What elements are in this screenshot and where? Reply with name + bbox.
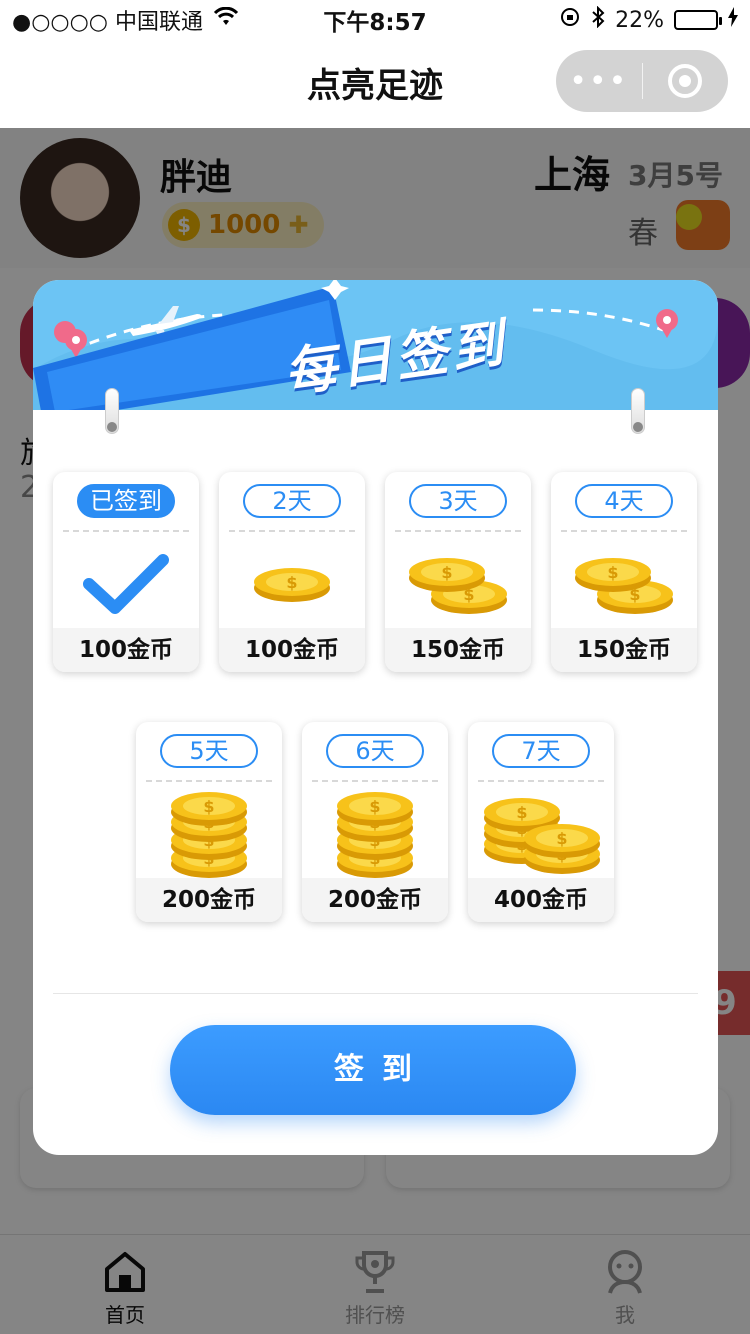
svg-text:$: $ [203,797,214,816]
day-reward-icon: $ $ [385,538,531,628]
day-reward-icon: $$$$ [136,788,282,878]
battery-icon [674,10,722,30]
checkmark-icon [83,554,169,614]
dialog-header: 每日签到 [33,280,718,410]
svg-text:$: $ [556,829,567,848]
day-reward-icon: $$$$ [302,788,448,878]
dashed-separator [146,780,272,782]
status-bar: ●○○○○ 中国联通 下午8:57 22% [0,0,750,40]
nav-bar: 点亮足迹 ••• [0,40,750,128]
gold-coins-icon: $$$$ [337,792,413,878]
day-reward-amount: 100金币 [53,628,199,672]
dialog-divider [53,993,698,994]
dashed-separator [312,780,438,782]
checkin-day-card[interactable]: 已签到 100金币 [53,472,199,672]
day-reward-amount: 150金币 [385,628,531,672]
gold-coins-icon: $$ [575,558,673,614]
svg-text:$: $ [441,563,452,582]
sign-in-button[interactable]: 签到 [170,1025,576,1115]
gold-coins-icon: $ [254,568,330,602]
day-reward-icon [53,538,199,628]
battery-percent: 22% [615,7,664,33]
daily-checkin-dialog: 每日签到 已签到 100金币 2天 $100金币 3天 $ $150金币 4天 $ $150金币 5… [33,280,718,1155]
checkin-day-card[interactable]: 6天 $$$$200金币 [302,722,448,922]
calendar-hook [105,388,119,434]
day-tag: 3天 [409,484,507,518]
gold-coins-icon: $$$$ [171,792,247,878]
rotation-lock-icon [559,6,581,34]
dashed-separator [395,530,521,532]
dashed-separator [478,780,604,782]
calendar-hook [631,388,645,434]
wifi-icon [213,6,239,33]
checkin-day-card[interactable]: 5天 $$$$200金币 [136,722,282,922]
svg-text:$: $ [516,803,527,822]
day-reward-icon: $ [219,538,365,628]
day-tag: 已签到 [77,484,175,518]
day-reward-icon: $$$$$ [468,788,614,878]
dashed-separator [229,530,355,532]
checkin-day-card[interactable]: 7天$$$$$400金币 [468,722,614,922]
checkin-day-card[interactable]: 2天 $100金币 [219,472,365,672]
checkin-day-card[interactable]: 3天 $ $ 150金币 [385,472,531,672]
svg-text:$: $ [369,797,380,816]
day-tag: 7天 [492,734,590,768]
gold-coins-icon: $$ [409,558,507,614]
charging-icon [728,7,738,33]
day-reward-amount: 200金币 [302,878,448,922]
day-reward-amount: 150金币 [551,628,697,672]
svg-text:$: $ [607,563,618,582]
more-button[interactable]: ••• [556,64,642,99]
day-reward-amount: 100金币 [219,628,365,672]
svg-text:$: $ [286,573,297,592]
dashed-separator [561,530,687,532]
day-tag: 4天 [575,484,673,518]
day-reward-amount: 400金币 [468,878,614,922]
mini-program-capsule: ••• [556,50,728,112]
bluetooth-icon [591,5,605,34]
day-tag: 6天 [326,734,424,768]
day-tag: 5天 [160,734,258,768]
day-reward-icon: $ $ [551,538,697,628]
target-icon [668,64,703,98]
checkin-day-card[interactable]: 4天 $ $ 150金币 [551,472,697,672]
dashed-separator [63,530,189,532]
day-tag: 2天 [243,484,341,518]
day-reward-amount: 200金币 [136,878,282,922]
carrier-label: ●○○○○ 中国联通 [12,10,203,35]
gold-coins-icon: $$$$$ [484,798,600,874]
close-program-button[interactable] [643,64,729,98]
